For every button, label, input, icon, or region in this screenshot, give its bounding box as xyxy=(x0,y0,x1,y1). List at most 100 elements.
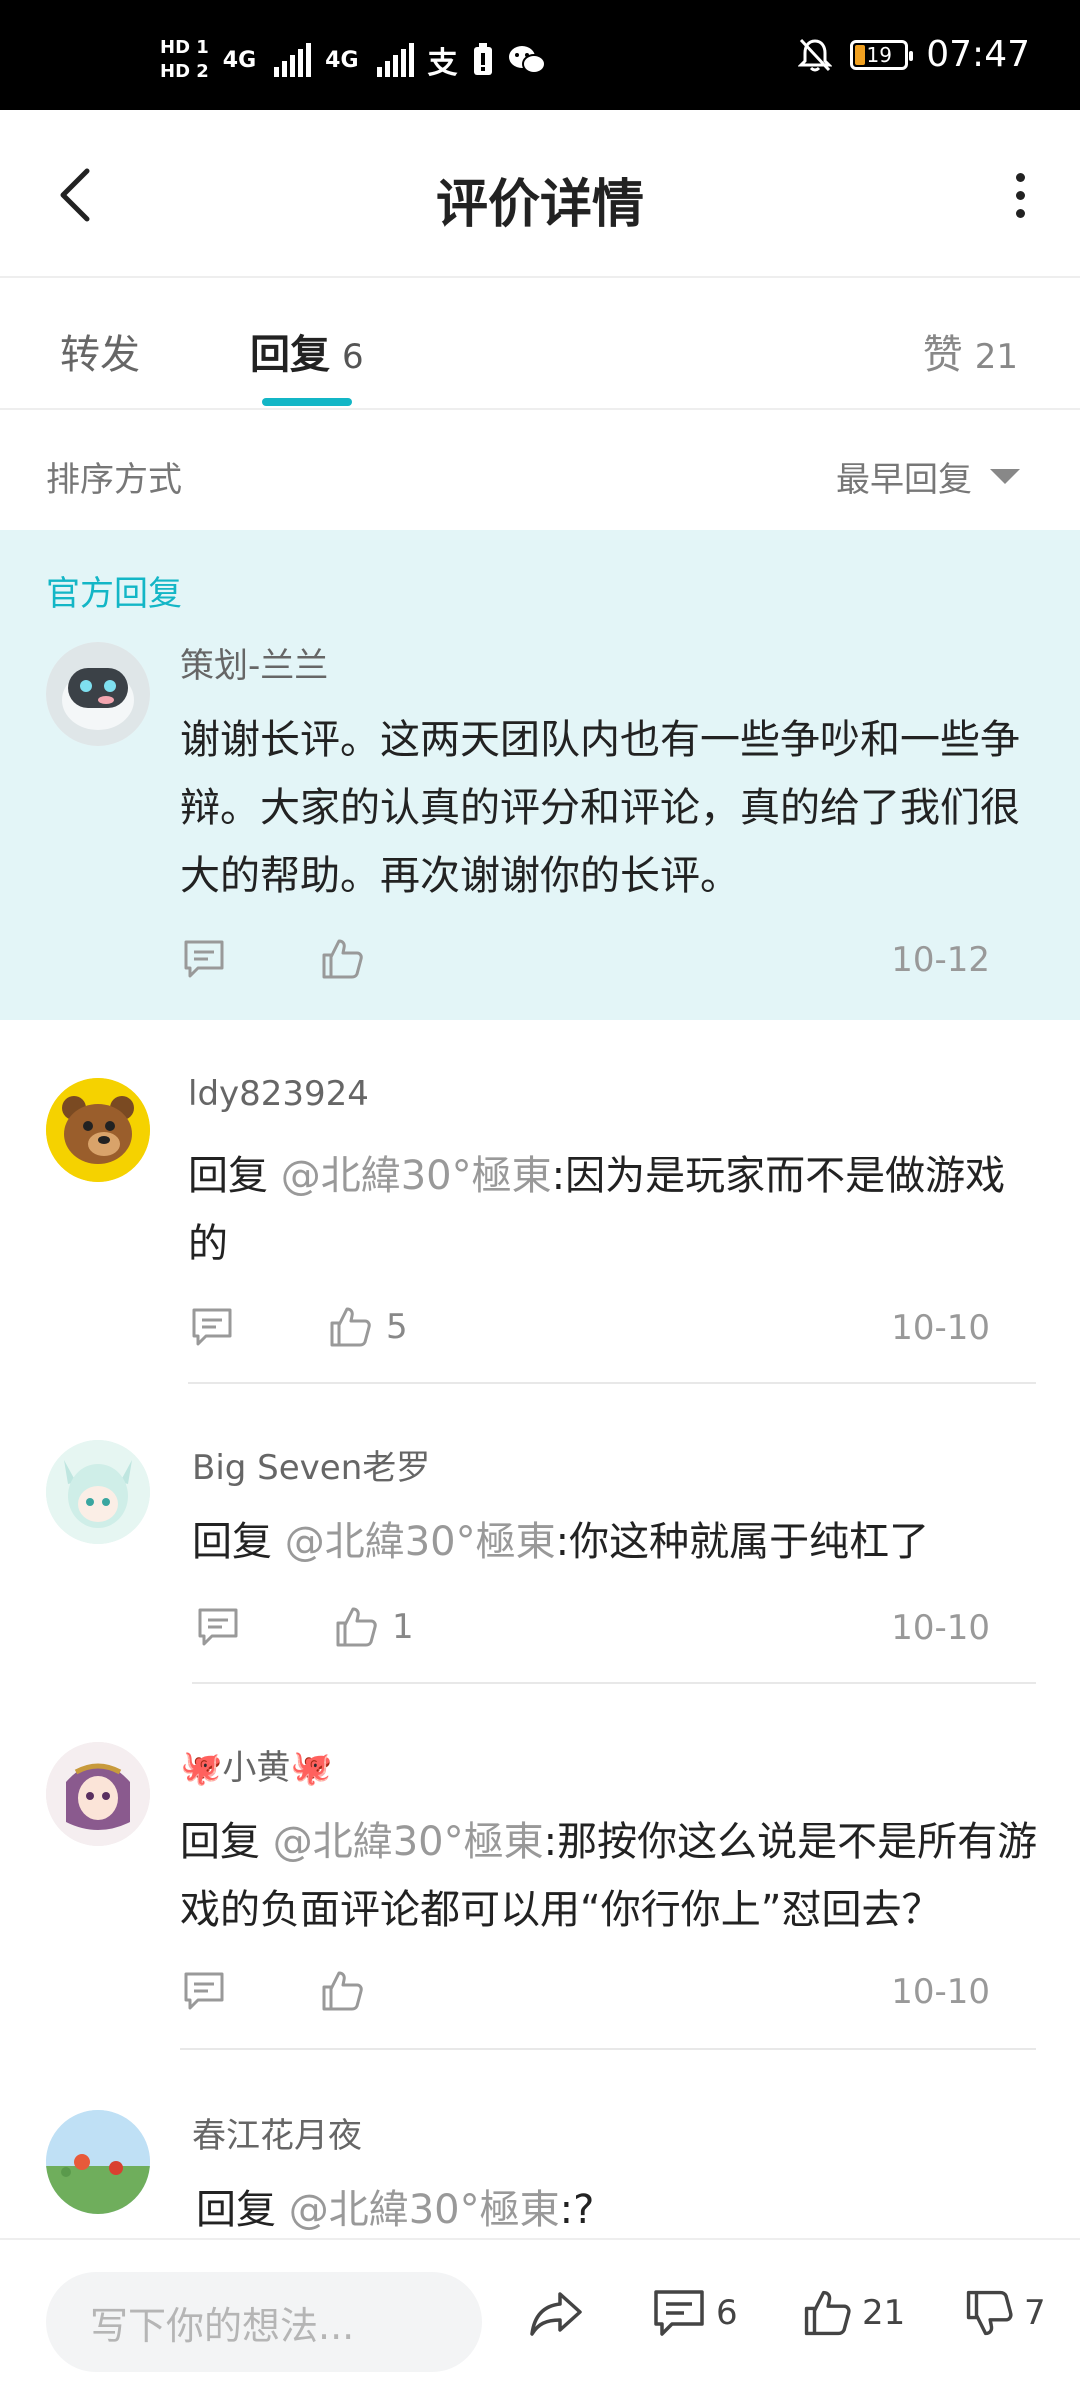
official-reply-section: 官方回复 策划-兰兰 谢谢长评。这两天团队内也有一些争吵和一些争辩。大家的认真的… xyxy=(0,530,1080,1020)
official-author[interactable]: 策划-兰兰 xyxy=(180,638,328,687)
reply-text: :你这种就属于纯杠了 xyxy=(555,1519,930,1565)
official-content: 谢谢长评。这两天团队内也有一些争吵和一些争辩。大家的认真的评分和评论，真的给了我… xyxy=(180,717,1020,899)
comment-icon xyxy=(184,940,224,978)
comment-input[interactable]: 写下你的想法... xyxy=(46,2272,482,2372)
reply-prefix: 回复 xyxy=(180,1819,273,1865)
status-right: 19 07:47 xyxy=(798,34,1030,75)
thumbs-up-icon xyxy=(804,2290,851,2336)
avatar[interactable] xyxy=(46,2110,150,2214)
status-left: HD 1 HD 2 4G 4G 支 xyxy=(160,36,546,84)
comments-count: 6 xyxy=(716,2293,738,2333)
reply-actions: 5 xyxy=(190,1302,408,1352)
dislike-button[interactable]: 7 xyxy=(964,2288,1046,2338)
mention-link[interactable]: @北緯30°極東 xyxy=(281,1153,552,1199)
more-dot xyxy=(1015,190,1025,200)
signal-icon xyxy=(376,43,414,77)
reply-author[interactable]: ldy823924 xyxy=(188,1074,369,1114)
comment-button[interactable] xyxy=(196,1606,240,1648)
clock: 07:47 xyxy=(926,34,1030,75)
tab-like[interactable]: 赞 21 xyxy=(923,322,1018,380)
network1-label: 4G xyxy=(222,47,257,73)
tab-reply[interactable]: 回复 6 xyxy=(250,322,364,380)
thumbs-up-icon xyxy=(330,1307,371,1347)
sort-bar: 排序方式 最早回复 xyxy=(0,410,1080,530)
reply-text: :? xyxy=(559,2187,595,2233)
like-count: 5 xyxy=(386,1307,408,1347)
comment-button[interactable] xyxy=(182,1970,226,2012)
battery-level: 19 xyxy=(866,42,892,67)
comment-icon xyxy=(192,1308,232,1346)
reply-actions xyxy=(182,1966,378,2016)
reply-author[interactable]: 春江花月夜 xyxy=(192,2108,362,2157)
mention-link[interactable]: @北緯30°極東 xyxy=(285,1519,556,1565)
dislikes-count: 7 xyxy=(1024,2293,1046,2333)
comment-button[interactable] xyxy=(190,1306,234,1348)
reply-author[interactable]: 🐙小黄🐙 xyxy=(180,1740,333,1789)
share-icon xyxy=(530,2292,582,2336)
like-count: 1 xyxy=(392,1607,414,1647)
comment-button[interactable] xyxy=(182,938,226,980)
mention-link[interactable]: @北緯30°極東 xyxy=(289,2187,560,2233)
like-button[interactable]: 21 xyxy=(802,2288,905,2338)
reply-date: 10-10 xyxy=(891,1308,990,1348)
battery-saver-icon xyxy=(473,43,492,75)
sort-value: 最早回复 xyxy=(836,460,972,500)
avatar[interactable] xyxy=(46,642,150,746)
hd-indicator: HD 1 HD 2 xyxy=(160,36,209,84)
avatar[interactable] xyxy=(46,1078,150,1182)
sort-dropdown[interactable]: 最早回复 xyxy=(836,452,1020,501)
robot-avatar-icon xyxy=(46,642,150,746)
reply-date: 10-10 xyxy=(891,1972,990,2012)
divider xyxy=(180,2048,1036,2050)
app-header: 评价详情 xyxy=(0,110,1080,278)
network2-label: 4G xyxy=(325,47,359,73)
reply-prefix: 回复 xyxy=(192,1519,285,1565)
like-button[interactable] xyxy=(320,937,364,981)
official-reply-label: 官方回复 xyxy=(46,574,182,614)
tab-bar: 转发 回复 6 赞 21 xyxy=(0,278,1080,410)
reply-actions: 1 xyxy=(196,1602,414,1652)
comment-icon xyxy=(198,1608,238,1646)
reply-content: 回复 @北緯30°極東:那按你这么说是不是所有游戏的负面评论都可以用“你行你上”… xyxy=(180,1808,1040,1944)
more-dot xyxy=(1015,208,1025,218)
reply-author[interactable]: Big Seven老罗 xyxy=(192,1440,430,1489)
divider xyxy=(192,1682,1036,1684)
sort-label: 排序方式 xyxy=(46,460,182,500)
comments-button[interactable]: 6 xyxy=(652,2288,738,2338)
active-tab-indicator xyxy=(262,398,352,406)
thumbs-up-icon xyxy=(336,1607,377,1647)
thumbs-down-icon xyxy=(966,2290,1013,2336)
tab-reply-count: 6 xyxy=(342,337,364,377)
like-button[interactable] xyxy=(320,1969,378,2013)
reply-content: 回复 @北緯30°極東:你这种就属于纯杠了 xyxy=(192,1508,1042,1576)
wechat-icon xyxy=(508,46,546,74)
reply-date: 10-10 xyxy=(891,1608,990,1648)
hd1-label: HD 1 xyxy=(160,37,209,58)
reply-prefix: 回复 xyxy=(188,1153,281,1199)
avatar[interactable] xyxy=(46,1742,150,1846)
tab-reply-label: 回复 xyxy=(250,332,330,378)
signal-icon xyxy=(274,43,312,77)
reply-prefix: 回复 xyxy=(196,2187,289,2233)
anime-girl-avatar-icon xyxy=(46,1440,150,1544)
more-button[interactable] xyxy=(990,160,1050,230)
thumbs-up-icon xyxy=(322,1971,363,2011)
bear-avatar-icon xyxy=(46,1078,150,1182)
official-actions xyxy=(182,934,364,984)
like-button[interactable]: 5 xyxy=(328,1305,408,1349)
like-button[interactable]: 1 xyxy=(334,1605,414,1649)
alipay-icon: 支 xyxy=(427,46,458,81)
likes-count: 21 xyxy=(862,2293,906,2333)
character-avatar-icon xyxy=(46,1742,150,1846)
hd2-label: HD 2 xyxy=(160,61,209,82)
tab-forward[interactable]: 转发 xyxy=(60,322,140,380)
avatar[interactable] xyxy=(46,1440,150,1544)
share-button[interactable] xyxy=(528,2288,584,2338)
tab-forward-label: 转发 xyxy=(60,332,140,378)
battery-icon: 19 xyxy=(850,39,914,70)
tab-like-count: 21 xyxy=(974,337,1018,377)
reply-content: 回复 @北緯30°極東:因为是玩家而不是做游戏的 xyxy=(188,1142,1038,1278)
page-title: 评价详情 xyxy=(435,175,644,235)
landscape-avatar-icon xyxy=(46,2110,150,2214)
mention-link[interactable]: @北緯30°極東 xyxy=(273,1819,544,1865)
